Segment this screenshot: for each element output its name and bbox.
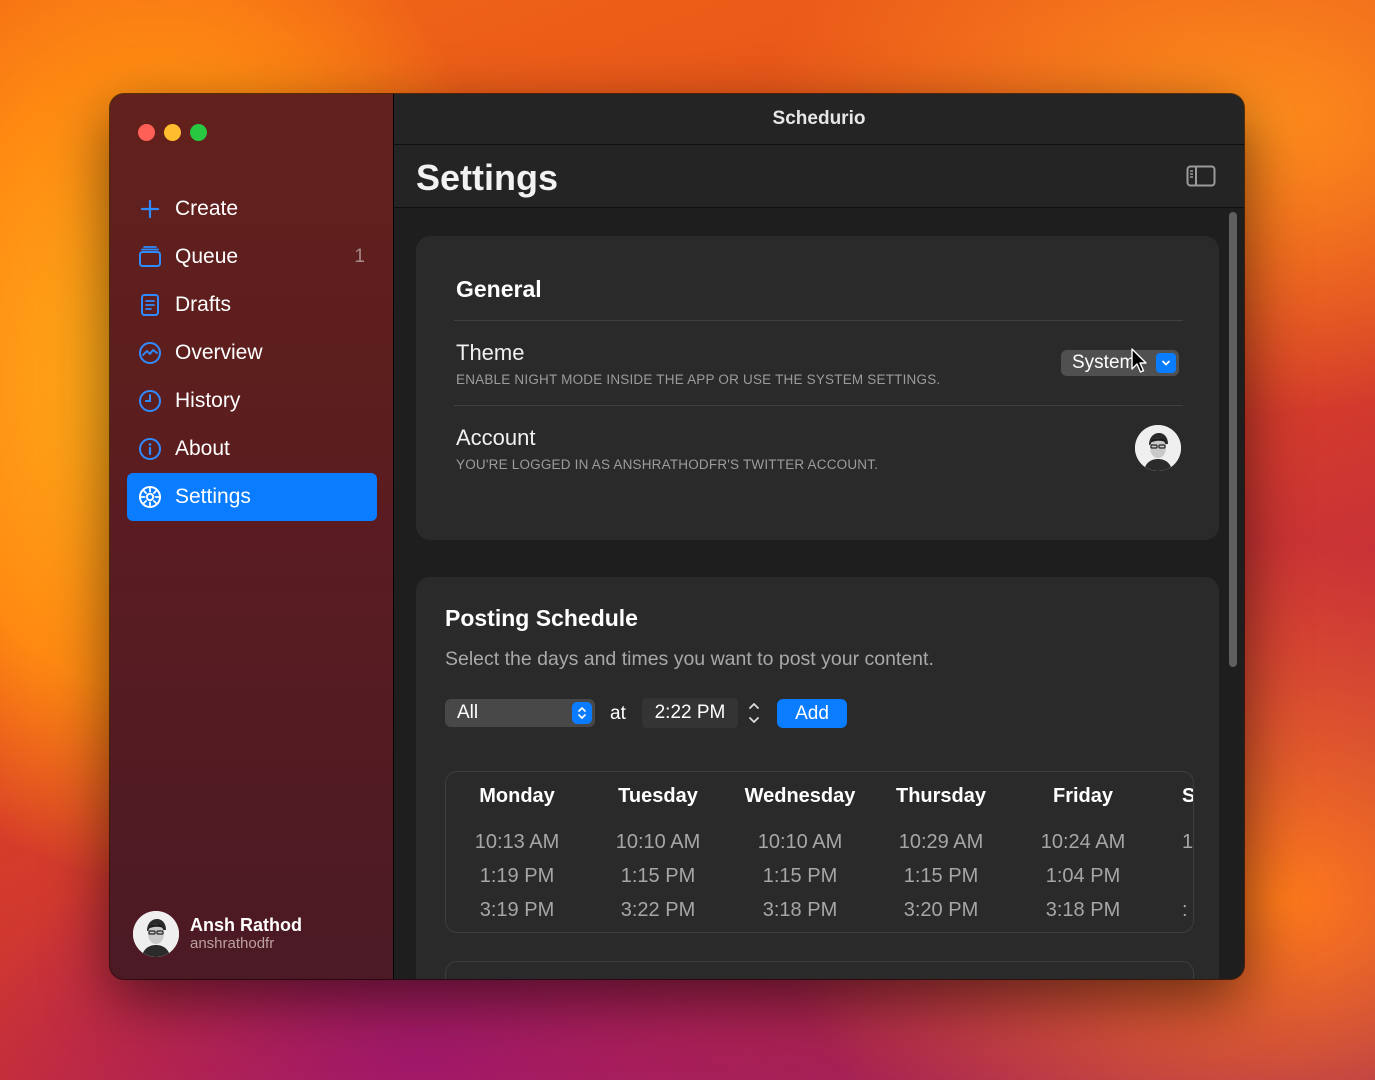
window-title: Schedurio (394, 94, 1244, 145)
sidebar: Create Queue 1 Drafts Overview History A… (110, 94, 394, 979)
day-column-tuesday: Tuesday 10:10 AM 1:15 PM 3:22 PM (587, 772, 729, 927)
account-avatar[interactable] (1135, 425, 1181, 471)
posting-schedule-card: Posting Schedule Select the days and tim… (416, 577, 1219, 979)
divider (454, 405, 1183, 406)
time-slot[interactable]: : (1182, 893, 1193, 927)
overview-icon (138, 341, 162, 365)
page-header: Settings (394, 145, 1244, 208)
time-slot[interactable]: 3:18 PM (1012, 893, 1154, 927)
day-select-value: All (457, 702, 479, 723)
next-section-edge (445, 961, 1194, 979)
schedule-subtitle: Select the days and times you want to po… (445, 648, 934, 670)
clock-icon (138, 389, 162, 413)
sidebar-item-drafts[interactable]: Drafts (127, 281, 377, 329)
day-column-saturday-clipped: S 1 : (1182, 772, 1193, 927)
settings-content: General Theme ENABLE NIGHT MODE INSIDE T… (394, 208, 1244, 979)
chevron-down-icon (1156, 353, 1176, 373)
sidebar-nav: Create Queue 1 Drafts Overview History A… (127, 185, 377, 521)
time-slot[interactable]: 10:29 AM (870, 825, 1012, 859)
general-card: General Theme ENABLE NIGHT MODE INSIDE T… (416, 236, 1219, 540)
time-slot[interactable]: 1:15 PM (870, 859, 1012, 893)
day-header: Wednesday (744, 785, 856, 807)
profile-name: Ansh Rathod (190, 915, 302, 935)
user-profile[interactable]: Ansh Rathod anshrathodfr (133, 911, 302, 957)
general-title: General (456, 276, 542, 302)
day-column-monday: Monday 10:13 AM 1:19 PM 3:19 PM (446, 772, 588, 927)
avatar (133, 911, 179, 957)
day-header: S (1182, 785, 1193, 815)
sidebar-item-create[interactable]: Create (127, 185, 377, 233)
sidebar-item-label: History (175, 389, 241, 412)
sidebar-item-label: Overview (175, 341, 263, 364)
scrollbar[interactable] (1229, 212, 1237, 667)
info-icon (138, 437, 162, 461)
time-slot[interactable]: 3:20 PM (870, 893, 1012, 927)
mouse-cursor-icon (1130, 348, 1148, 379)
time-slot[interactable]: 10:10 AM (729, 825, 871, 859)
day-header: Thursday (895, 785, 987, 807)
sidebar-item-settings[interactable]: Settings (127, 473, 377, 521)
day-column-friday: Friday 10:24 AM 1:04 PM 3:18 PM (1012, 772, 1154, 927)
page-title: Settings (416, 157, 559, 198)
sidebar-item-label: About (175, 437, 230, 460)
queue-icon (138, 245, 162, 269)
account-subtitle: YOU'RE LOGGED IN AS ANSHRATHODFR'S TWITT… (456, 457, 879, 472)
schedule-table: Monday 10:13 AM 1:19 PM 3:19 PM Tuesday … (445, 771, 1194, 933)
app-window: Create Queue 1 Drafts Overview History A… (110, 94, 1244, 979)
gear-icon (138, 485, 162, 509)
time-input[interactable]: 2:22 PM (642, 698, 738, 728)
schedule-title: Posting Schedule (445, 605, 638, 631)
day-header: Friday (1052, 785, 1114, 807)
time-slot[interactable]: 3:22 PM (587, 893, 729, 927)
time-slot[interactable] (1182, 859, 1193, 893)
time-slot[interactable]: 1:15 PM (729, 859, 871, 893)
sidebar-item-overview[interactable]: Overview (127, 329, 377, 377)
day-header: Tuesday (618, 785, 698, 807)
sidebar-toggle-icon[interactable] (1186, 165, 1216, 192)
minimize-button[interactable] (164, 124, 181, 141)
chevron-up-down-icon (572, 702, 592, 724)
sidebar-item-label: Drafts (175, 293, 232, 316)
plus-icon (138, 197, 162, 221)
day-column-wednesday: Wednesday 10:10 AM 1:15 PM 3:18 PM (729, 772, 871, 927)
queue-count-badge: 1 (354, 246, 365, 267)
theme-title: Theme (456, 340, 525, 365)
theme-subtitle: ENABLE NIGHT MODE INSIDE THE APP OR USE … (456, 372, 941, 387)
sidebar-item-about[interactable]: About (127, 425, 377, 473)
time-slot[interactable]: 1:04 PM (1012, 859, 1154, 893)
day-select[interactable]: All (445, 699, 595, 727)
close-button[interactable] (138, 124, 155, 141)
sidebar-item-queue[interactable]: Queue 1 (127, 233, 377, 281)
sidebar-item-label: Create (175, 197, 239, 220)
time-stepper[interactable] (746, 698, 762, 728)
time-slot[interactable]: 1 (1182, 825, 1193, 859)
profile-handle: anshrathodfr (190, 935, 275, 952)
time-slot[interactable]: 3:18 PM (729, 893, 871, 927)
drafts-icon (138, 293, 162, 317)
window-controls (138, 124, 207, 141)
theme-select-value: System (1072, 352, 1136, 373)
time-slot[interactable]: 10:10 AM (587, 825, 729, 859)
theme-select[interactable]: System (1061, 350, 1179, 376)
sidebar-item-history[interactable]: History (127, 377, 377, 425)
main-panel: Schedurio Settings General Theme ENABLE … (394, 94, 1244, 979)
divider (454, 320, 1183, 321)
at-label: at (610, 703, 626, 724)
day-column-thursday: Thursday 10:29 AM 1:15 PM 3:20 PM (870, 772, 1012, 927)
time-slot[interactable]: 3:19 PM (446, 893, 588, 927)
zoom-button[interactable] (190, 124, 207, 141)
time-slot[interactable]: 1:19 PM (446, 859, 588, 893)
sidebar-item-label: Queue (175, 245, 239, 268)
time-slot[interactable]: 10:24 AM (1012, 825, 1154, 859)
time-slot[interactable]: 10:13 AM (446, 825, 588, 859)
time-slot[interactable]: 1:15 PM (587, 859, 729, 893)
add-button[interactable]: Add (777, 699, 847, 728)
day-header: Monday (479, 785, 555, 807)
account-title: Account (456, 425, 536, 450)
sidebar-item-label: Settings (175, 485, 251, 508)
